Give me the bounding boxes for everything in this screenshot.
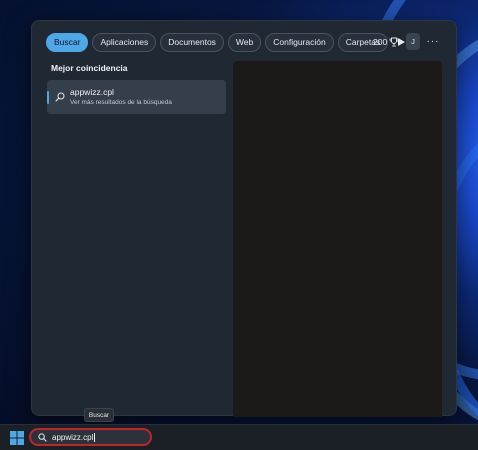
search-panel: Buscar Aplicaciones Documentos Web Confi…: [31, 20, 457, 417]
search-icon: [38, 433, 47, 442]
best-match-title: appwizz.cpl: [70, 87, 114, 97]
tab-aplicaciones[interactable]: Aplicaciones: [92, 32, 157, 52]
tab-configuracion[interactable]: Configuración: [265, 32, 334, 52]
user-avatar[interactable]: J: [406, 33, 420, 50]
windows-start-icon[interactable]: [10, 431, 24, 445]
search-filter-tabs: Buscar Aplicaciones Documentos Web Confi…: [46, 32, 408, 52]
search-icon: [55, 92, 65, 102]
best-match-heading: Mejor coincidencia: [51, 63, 128, 73]
taskbar: appwizz.cpl: [0, 424, 478, 450]
text-caret: [94, 433, 96, 443]
rewards-points[interactable]: 200: [373, 32, 399, 52]
more-options-button[interactable]: ···: [424, 33, 442, 50]
tab-buscar[interactable]: Buscar: [46, 32, 89, 52]
tab-web[interactable]: Web: [227, 32, 262, 52]
selection-indicator: [47, 91, 49, 104]
search-input-value: appwizz.cpl: [52, 433, 94, 442]
best-match-result[interactable]: appwizz.cpl Ver más resultados de la bús…: [47, 80, 226, 114]
preview-pane: [233, 61, 442, 417]
search-input[interactable]: appwizz.cpl: [52, 432, 96, 443]
best-match-subtitle: Ver más resultados de la búsqueda: [70, 99, 172, 106]
tab-documentos[interactable]: Documentos: [160, 32, 224, 52]
points-value: 200: [373, 37, 388, 47]
taskbar-search-box[interactable]: appwizz.cpl: [29, 428, 152, 446]
search-tooltip: Buscar: [84, 408, 114, 422]
trophy-icon: [389, 37, 399, 47]
